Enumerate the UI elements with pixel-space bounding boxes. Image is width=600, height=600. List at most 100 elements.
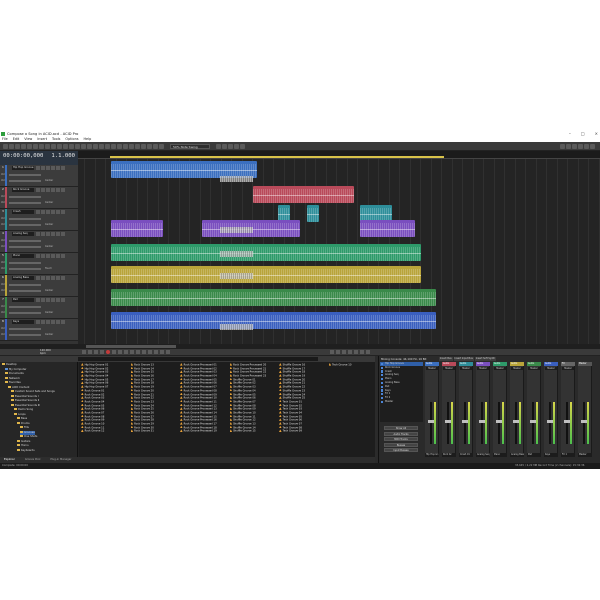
toolbar-button[interactable] — [27, 144, 32, 149]
transport-button[interactable] — [166, 350, 170, 354]
file-item[interactable]: Tech Groove 09 — [279, 429, 329, 433]
tree-node[interactable]: Keyboards — [17, 448, 35, 453]
strip-output[interactable]: Master — [443, 367, 455, 370]
transport-button[interactable] — [124, 350, 128, 354]
volume-slider[interactable] — [9, 262, 41, 264]
volume-fader[interactable] — [532, 402, 534, 444]
transport-button[interactable] — [88, 350, 92, 354]
toolbar-button[interactable] — [81, 144, 86, 149]
path-field[interactable] — [78, 357, 318, 361]
volume-slider[interactable] — [9, 196, 41, 198]
file-item[interactable]: Rock Groove 12 — [81, 429, 131, 433]
toolbar-button[interactable] — [9, 144, 14, 149]
tree-node[interactable]: Essential Sounds III — [11, 403, 40, 408]
mixer-channel-entry[interactable]: Master — [380, 400, 423, 404]
strip-output[interactable]: Master — [494, 367, 506, 370]
tree-node[interactable]: Desktop — [2, 363, 17, 367]
transport-button[interactable] — [118, 350, 122, 354]
toolbar-button[interactable] — [228, 144, 233, 149]
transport-button[interactable] — [100, 350, 104, 354]
mixer-tool-button[interactable]: Insert Input Bus — [453, 357, 474, 361]
toolbar-button[interactable] — [63, 144, 68, 149]
freeze-icon[interactable] — [61, 188, 65, 192]
transport-button[interactable] — [136, 350, 140, 354]
toolbar-button[interactable] — [21, 144, 26, 149]
fx-icon[interactable] — [51, 232, 55, 236]
pan-slider[interactable] — [9, 312, 41, 314]
transport-button[interactable] — [336, 350, 340, 354]
time-ruler[interactable] — [78, 151, 600, 159]
track-header[interactable]: 8 Keys Vol Vol Center — [0, 319, 78, 341]
track-header[interactable]: 3 Crash Vol Vol Center — [0, 209, 78, 231]
solo-icon[interactable] — [41, 232, 45, 236]
mute-icon[interactable] — [36, 188, 40, 192]
freeze-icon[interactable] — [61, 254, 65, 258]
audio-event[interactable] — [360, 220, 415, 237]
mixer-view-button[interactable]: Busses — [384, 442, 418, 447]
volume-slider[interactable] — [9, 240, 41, 242]
automation-icon[interactable] — [56, 210, 60, 214]
volume-fader[interactable] — [549, 402, 551, 444]
toolbar-button[interactable] — [135, 144, 140, 149]
mixer-view-button[interactable]: Audio Tracks — [384, 431, 418, 436]
tree-node[interactable]: Drums — [17, 421, 30, 426]
volume-slider[interactable] — [9, 306, 41, 308]
track-name[interactable]: Keys — [12, 320, 34, 324]
freeze-icon[interactable] — [61, 166, 65, 170]
mute-icon[interactable] — [36, 320, 40, 324]
record-button[interactable] — [106, 350, 110, 354]
automation-icon[interactable] — [56, 320, 60, 324]
volume-fader[interactable] — [481, 402, 483, 444]
volume-slider[interactable] — [9, 218, 41, 220]
file-item[interactable]: Rock Groove 31 — [130, 429, 181, 433]
tree-node[interactable]: Essential Sounds I — [11, 394, 39, 399]
toolbar-button[interactable] — [572, 144, 577, 149]
toolbar-button[interactable] — [153, 144, 158, 149]
volume-slider[interactable] — [9, 328, 41, 330]
track-header[interactable]: 1 Hip Hop Groove Vol Vol Center — [0, 165, 78, 187]
transport-button[interactable] — [154, 350, 158, 354]
automation-icon[interactable] — [56, 166, 60, 170]
track-name[interactable]: Analog Seq — [12, 232, 34, 236]
audio-event[interactable] — [307, 205, 319, 222]
toolbar-button[interactable] — [578, 144, 583, 149]
audio-event[interactable] — [111, 289, 436, 306]
toolbar-button[interactable] — [15, 144, 20, 149]
volume-fader[interactable] — [583, 402, 585, 444]
tree-node[interactable]: Essential Sounds II — [11, 399, 39, 403]
mute-icon[interactable] — [36, 210, 40, 214]
solo-icon[interactable] — [41, 188, 45, 192]
toolbar-button[interactable] — [141, 144, 146, 149]
explorer-tab[interactable]: Plug-in Manager — [50, 458, 71, 461]
transport-button[interactable] — [148, 350, 152, 354]
audio-event[interactable] — [111, 244, 421, 261]
toolbar-button[interactable] — [87, 144, 92, 149]
track-name[interactable]: Crash — [12, 210, 34, 214]
tree-node[interactable]: Fills — [20, 426, 29, 430]
volume-fader[interactable] — [515, 402, 517, 444]
arm-icon[interactable] — [46, 254, 50, 258]
toolbar-button[interactable] — [590, 144, 595, 149]
pan-slider[interactable] — [9, 268, 41, 270]
toolbar-button[interactable] — [45, 144, 50, 149]
transport-button[interactable] — [366, 350, 370, 354]
tree-node[interactable]: Favorites — [5, 381, 21, 385]
arm-icon[interactable] — [46, 276, 50, 280]
transport-button[interactable] — [360, 350, 364, 354]
strip-output[interactable]: Master — [460, 367, 472, 370]
mute-icon[interactable] — [36, 232, 40, 236]
tree-node[interactable]: Guitars — [17, 439, 30, 444]
timeline[interactable] — [78, 151, 600, 344]
toolbar-button[interactable] — [240, 144, 245, 149]
volume-fader[interactable] — [566, 402, 568, 444]
transport-button[interactable] — [82, 350, 86, 354]
mute-icon[interactable] — [36, 166, 40, 170]
toolbar-button[interactable] — [93, 144, 98, 149]
solo-icon[interactable] — [41, 210, 45, 214]
tempo-display[interactable]: 120.000 bpm — [40, 349, 51, 355]
pan-slider[interactable] — [9, 202, 41, 204]
strip-output[interactable]: Master — [528, 367, 540, 370]
track-name[interactable]: Rock Groove — [12, 188, 34, 192]
toolbar-button[interactable] — [3, 144, 8, 149]
toolbar-button[interactable] — [57, 144, 62, 149]
